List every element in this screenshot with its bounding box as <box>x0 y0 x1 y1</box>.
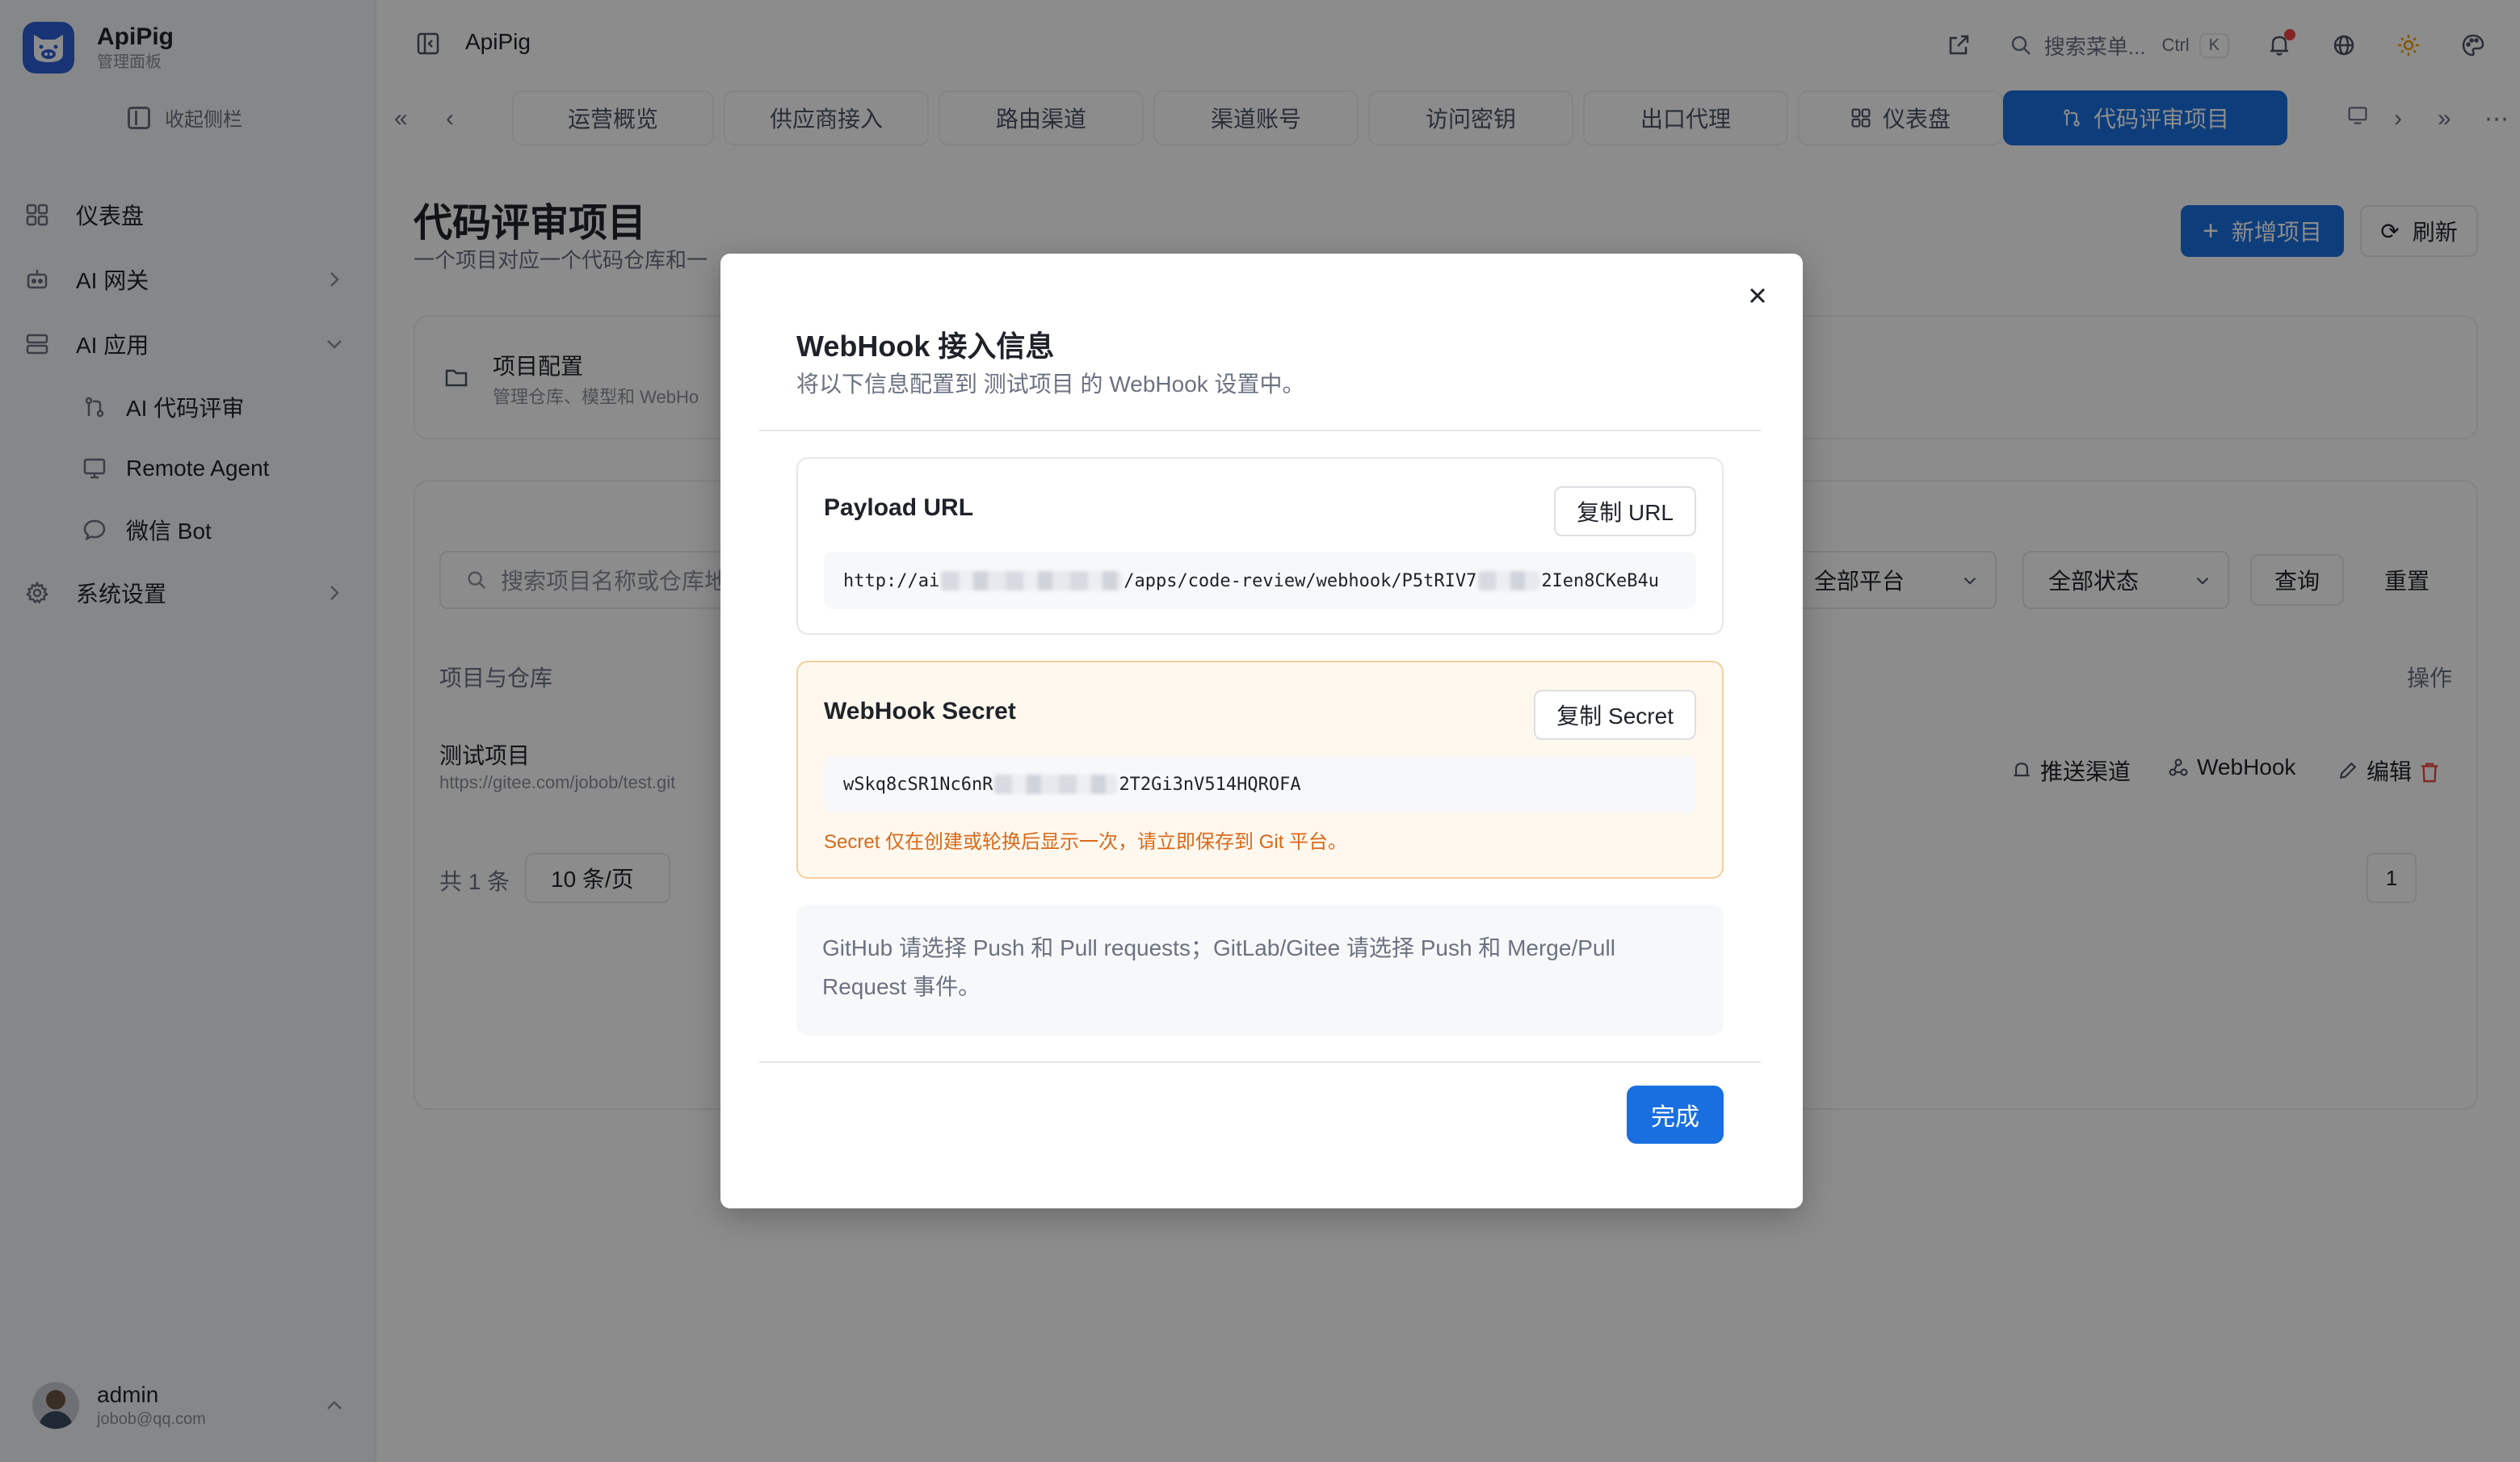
payload-url-section: Payload URL 复制 URL http://ai /apps/code-… <box>796 457 1724 635</box>
webhook-info-dialog: WebHook 接入信息 将以下信息配置到 测试项目 的 WebHook 设置中… <box>720 254 1803 1208</box>
copy-secret-button[interactable]: 复制 Secret <box>1534 690 1696 740</box>
dialog-title: WebHook 接入信息 <box>796 330 1055 363</box>
webhook-secret-value[interactable]: wSkq8cSR1Nc6nR 2T2Gi3nV514HQROFA <box>824 756 1696 813</box>
url-middle: /apps/code-review/webhook/P5tRIV7 <box>1124 570 1477 591</box>
event-hint: GitHub 请选择 Push 和 Pull requests；GitLab/G… <box>796 905 1724 1036</box>
dialog-subtitle: 将以下信息配置到 测试项目 的 WebHook 设置中。 <box>796 372 1305 397</box>
redacted-mask <box>994 775 1118 794</box>
url-prefix: http://ai <box>843 570 940 591</box>
dialog-divider <box>759 430 1761 431</box>
webhook-secret-label: WebHook Secret <box>824 698 1016 725</box>
app-root: ApiPig 管理面板 收起侧栏 仪表盘 AI 网关 AI 应用 AI 代码评审… <box>0 0 2520 1462</box>
secret-tail: 2T2Gi3nV514HQROFA <box>1119 774 1301 795</box>
copy-url-button[interactable]: 复制 URL <box>1554 486 1696 536</box>
payload-url-label: Payload URL <box>824 494 974 521</box>
webhook-secret-section: WebHook Secret 复制 Secret wSkq8cSR1Nc6nR … <box>796 661 1724 879</box>
done-button[interactable]: 完成 <box>1627 1086 1724 1144</box>
redacted-mask <box>1478 571 1540 590</box>
close-icon[interactable] <box>1743 281 1772 310</box>
dialog-footer-divider <box>759 1061 1761 1063</box>
url-tail: 2Ien8CKeB4u <box>1541 570 1660 591</box>
secret-warning-note: Secret 仅在创建或轮换后显示一次，请立即保存到 Git 平台。 <box>824 831 1348 853</box>
secret-prefix: wSkq8cSR1Nc6nR <box>843 774 993 795</box>
payload-url-value[interactable]: http://ai /apps/code-review/webhook/P5tR… <box>824 552 1696 609</box>
redacted-mask <box>941 571 1123 590</box>
